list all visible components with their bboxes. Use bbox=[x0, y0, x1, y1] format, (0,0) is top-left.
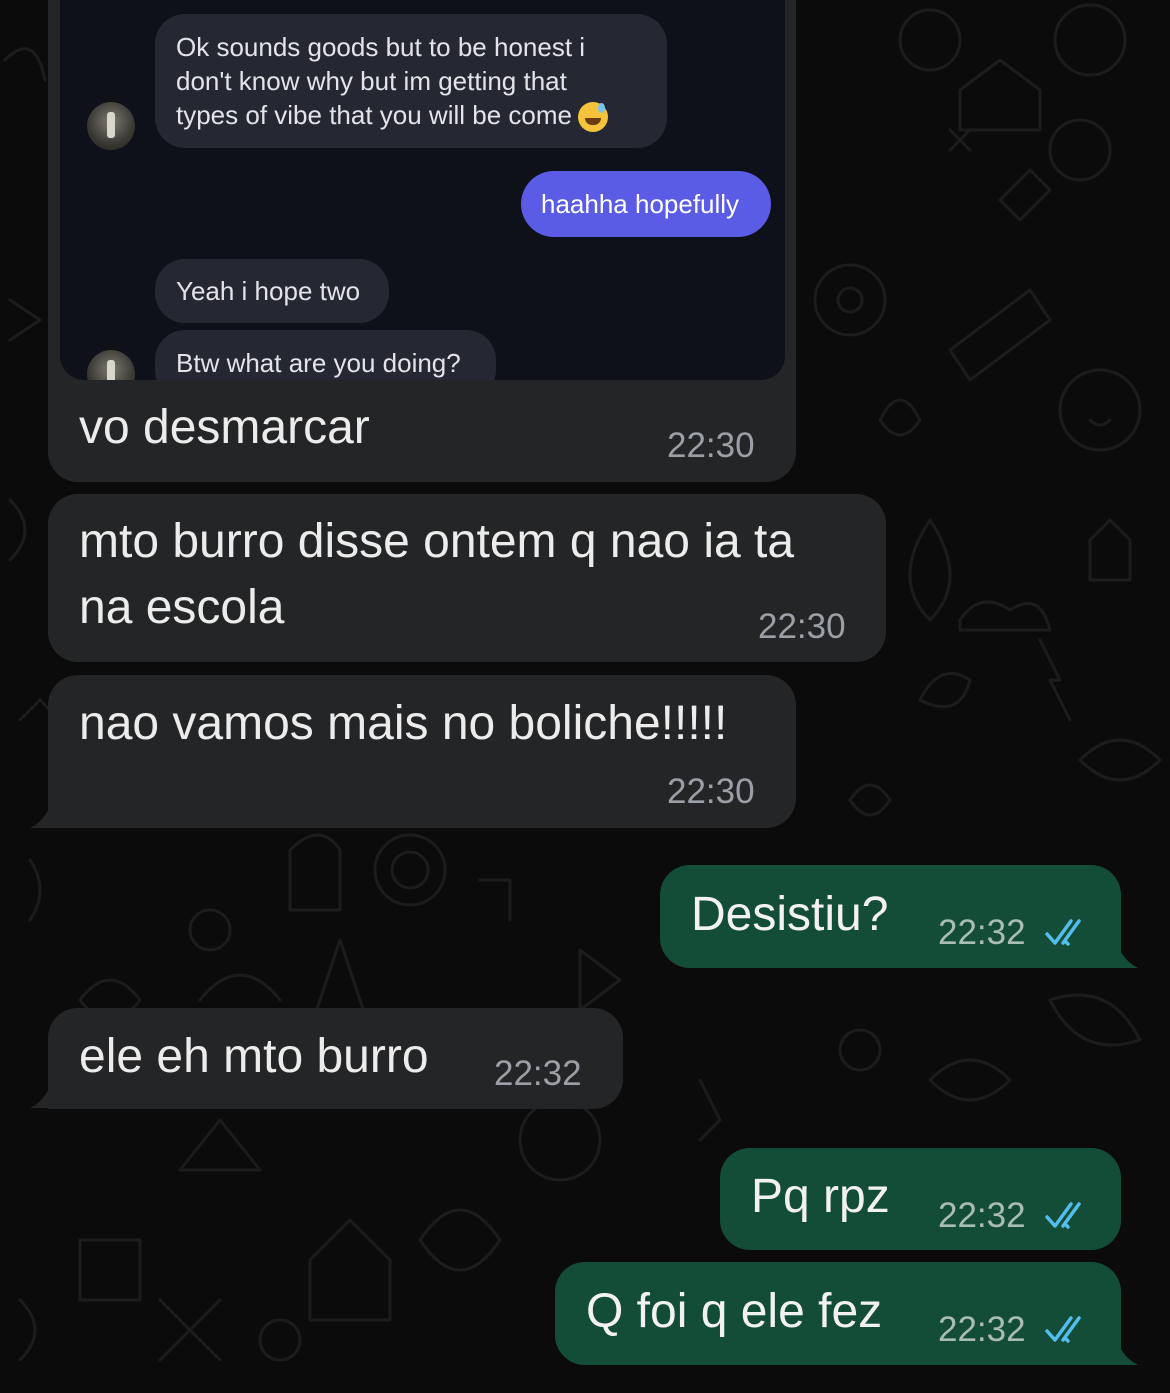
message-time: 22:32 bbox=[938, 1196, 1026, 1235]
outgoing-message-bubble[interactable]: Desistiu? 22:32 bbox=[660, 865, 1121, 968]
message-time: 22:30 bbox=[667, 426, 755, 465]
screenshot-text: haahha hopefully bbox=[541, 189, 740, 219]
outgoing-message-bubble[interactable]: Pq rpz 22:32 bbox=[720, 1148, 1121, 1250]
embedded-chat-screenshot[interactable]: Ok sounds goods but to be honest i don't… bbox=[60, 0, 785, 380]
screenshot-message-incoming: Yeah i hope two bbox=[155, 259, 389, 323]
sweat-smile-emoji bbox=[577, 102, 608, 133]
message-text: Desistiu? bbox=[691, 888, 889, 941]
avatar bbox=[87, 102, 135, 150]
incoming-message-bubble[interactable]: ele eh mto burro 22:32 bbox=[48, 1008, 623, 1109]
screenshot-text: Btw what are you doing? bbox=[176, 348, 461, 378]
message-time: 22:32 bbox=[494, 1054, 582, 1093]
message-text-line: na escola bbox=[79, 581, 285, 634]
message-text: Pq rpz bbox=[751, 1170, 890, 1223]
avatar bbox=[87, 350, 135, 380]
read-receipt-icon bbox=[1045, 1316, 1081, 1343]
read-receipt-icon bbox=[1045, 919, 1081, 946]
screenshot-message-outgoing: haahha hopefully bbox=[521, 171, 771, 237]
message-text: nao vamos mais no boliche!!!!! bbox=[79, 697, 728, 750]
screenshot-line: don't know why but im getting that bbox=[176, 66, 567, 96]
incoming-message-bubble[interactable]: nao vamos mais no boliche!!!!! 22:30 bbox=[48, 675, 796, 828]
message-text: vo desmarcar bbox=[79, 401, 370, 454]
message-time: 22:32 bbox=[938, 913, 1026, 952]
screenshot-text: Yeah i hope two bbox=[176, 276, 361, 306]
message-time: 22:32 bbox=[938, 1310, 1026, 1349]
read-receipt-icon bbox=[1045, 1202, 1081, 1229]
outgoing-message-bubble[interactable]: Q foi q ele fez 22:32 bbox=[555, 1262, 1121, 1365]
screenshot-message-incoming: Ok sounds goods but to be honest i don't… bbox=[155, 14, 667, 148]
message-time: 22:30 bbox=[667, 772, 755, 811]
message-text-line: mto burro disse ontem q nao ia ta bbox=[79, 515, 795, 568]
incoming-message-bubble[interactable]: mto burro disse ontem q nao ia ta na esc… bbox=[48, 494, 886, 662]
message-time: 22:30 bbox=[758, 607, 846, 646]
screenshot-line: Ok sounds goods but to be honest i bbox=[176, 32, 586, 62]
message-text: Q foi q ele fez bbox=[586, 1285, 883, 1338]
message-text: ele eh mto burro bbox=[79, 1030, 429, 1083]
screenshot-line: types of vibe that you will be come bbox=[176, 100, 572, 130]
screenshot-message-incoming: Btw what are you doing? bbox=[155, 330, 496, 380]
